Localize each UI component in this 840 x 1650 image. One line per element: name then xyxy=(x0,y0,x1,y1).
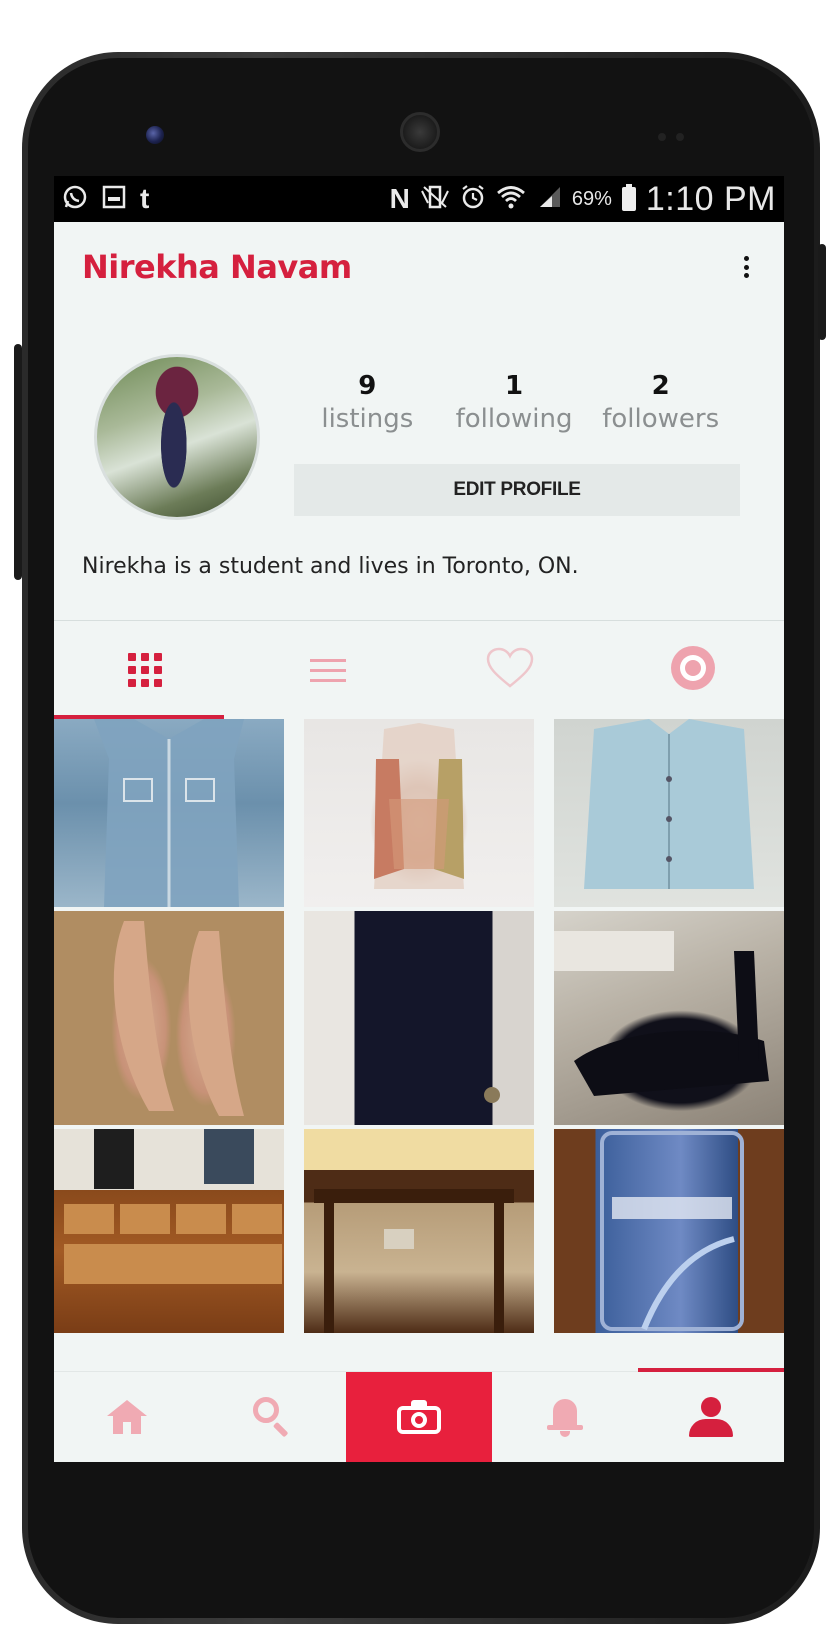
app-header: Nirekha Navam xyxy=(54,222,784,312)
nav-home[interactable] xyxy=(54,1372,200,1462)
tab-likes[interactable] xyxy=(419,621,602,719)
heart-icon xyxy=(485,647,535,694)
profile-stats: 9 listings 1 following 2 followers xyxy=(294,370,734,436)
tumblr-icon: t xyxy=(140,183,150,214)
nav-camera-button[interactable] xyxy=(346,1372,492,1462)
alarm-icon xyxy=(460,184,486,215)
power-button xyxy=(818,244,826,340)
status-bar: t N 69% 1:10 PM xyxy=(54,176,784,222)
profile-bio: Nirekha is a student and lives in Toront… xyxy=(82,554,579,579)
profile-name-title: Nirekha Navam xyxy=(82,248,352,286)
target-icon xyxy=(669,644,717,697)
nav-notifications[interactable] xyxy=(492,1372,638,1462)
listing-photo-black-dress[interactable] xyxy=(304,911,534,1125)
whatsapp-icon xyxy=(62,184,88,215)
stat-label: following xyxy=(455,404,573,434)
profile-section: 9 listings 1 following 2 followers EDIT … xyxy=(54,312,784,550)
listing-photo-side-table[interactable] xyxy=(304,1129,534,1333)
listing-photo-floral-vest[interactable] xyxy=(304,719,534,907)
volume-button xyxy=(14,344,22,580)
gallery-icon xyxy=(102,185,126,214)
stat-count: 2 xyxy=(651,371,670,401)
stat-count: 1 xyxy=(504,371,524,401)
listing-photo-blue-blouse[interactable] xyxy=(554,719,784,907)
listing-photo-nude-heels[interactable] xyxy=(54,911,284,1125)
active-nav-indicator xyxy=(638,1368,784,1372)
nav-profile[interactable] xyxy=(638,1372,784,1462)
list-icon xyxy=(309,658,346,682)
battery-percent: 69% xyxy=(571,187,612,210)
nfc-icon: N xyxy=(389,183,410,214)
listing-photo-black-heels[interactable] xyxy=(554,911,784,1125)
bottom-navigation xyxy=(54,1368,784,1462)
edit-profile-button[interactable]: EDIT PROFILE xyxy=(294,464,740,516)
search-icon xyxy=(253,1397,293,1438)
listing-photo-dresser[interactable] xyxy=(54,1129,284,1333)
clock: 1:10 PM xyxy=(645,179,776,218)
profile-tabs xyxy=(54,620,784,719)
listing-photo-smartphone[interactable] xyxy=(554,1129,784,1333)
bell-icon xyxy=(547,1397,583,1437)
camera-icon xyxy=(397,1400,441,1434)
stat-count: 9 xyxy=(358,371,377,401)
vibrate-mute-icon xyxy=(420,185,450,214)
person-icon xyxy=(689,1397,733,1437)
tab-saved[interactable] xyxy=(602,621,785,719)
listing-photo-denim-shirt[interactable] xyxy=(54,719,284,907)
avatar[interactable] xyxy=(94,354,260,520)
signal-icon xyxy=(536,185,562,214)
proximity-sensors xyxy=(658,128,698,141)
tab-grid[interactable] xyxy=(54,621,237,719)
earpiece-speaker xyxy=(400,112,440,152)
battery-icon xyxy=(621,184,636,211)
stat-label: listings xyxy=(321,404,414,434)
tab-list[interactable] xyxy=(237,621,420,719)
more-vert-icon xyxy=(743,256,749,261)
home-icon xyxy=(107,1400,147,1434)
screen: t N 69% 1:10 PM Nirekha Navam 9 listings… xyxy=(54,176,784,1462)
stat-followers[interactable]: 2 followers xyxy=(587,370,734,436)
wifi-icon xyxy=(496,184,526,215)
overflow-menu-button[interactable] xyxy=(736,252,756,282)
front-camera xyxy=(146,126,164,144)
listings-grid xyxy=(54,719,784,1333)
stat-following[interactable]: 1 following xyxy=(441,370,588,436)
nav-search[interactable] xyxy=(200,1372,346,1462)
grid-icon xyxy=(128,653,163,687)
stat-label: followers xyxy=(602,404,720,434)
stat-listings[interactable]: 9 listings xyxy=(294,370,441,436)
